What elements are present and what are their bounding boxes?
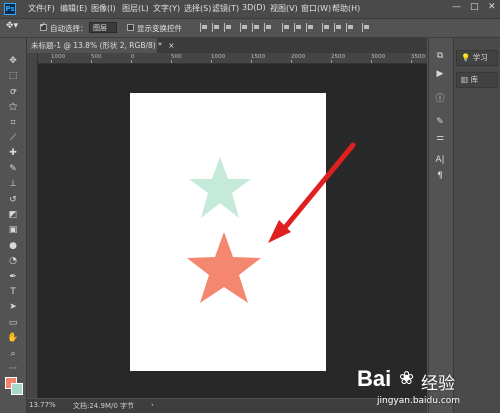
- learn-panel-button[interactable]: 💡 学习: [456, 50, 498, 66]
- canvas-shapes-layer: [187, 142, 356, 303]
- star-shape-salmon[interactable]: [187, 232, 261, 303]
- watermark-suffix: 经验: [421, 374, 455, 394]
- history-panel-icon[interactable]: ⧉: [434, 50, 446, 62]
- libraries-label: 库: [470, 75, 478, 84]
- paragraph-panel-icon[interactable]: ¶: [434, 170, 446, 182]
- annotation-arrow: [268, 142, 356, 243]
- watermark-brand: Bai: [357, 366, 392, 391]
- lightbulb-icon: 💡: [461, 53, 471, 62]
- star-shape-green[interactable]: [189, 157, 251, 218]
- status-menu-arrow[interactable]: ›: [151, 401, 154, 409]
- learn-label: 学习: [472, 53, 488, 62]
- play-actions-icon[interactable]: ▶: [434, 68, 446, 80]
- character-panel-icon[interactable]: A|: [434, 154, 446, 166]
- libraries-panel-button[interactable]: ▥ 库: [456, 72, 498, 88]
- brush-settings-icon[interactable]: ✎: [434, 116, 446, 128]
- adjust-panel-icon[interactable]: ⚌: [434, 132, 446, 144]
- paw-logo-icon: ❀: [399, 368, 415, 389]
- zoom-level[interactable]: 13.77%: [29, 401, 56, 409]
- watermark-url: jingyan.baidu.com: [377, 396, 461, 406]
- document-info: 文档:24.9M/0 字节: [73, 402, 135, 410]
- library-icon: ▥: [461, 75, 469, 84]
- baidu-watermark: Bai ❀ 经验 jingyan.baidu.com: [357, 366, 497, 412]
- info-panel-icon[interactable]: ⓘ: [434, 93, 446, 105]
- side-panel-dock: 💡 学习 ▥ 库: [453, 38, 500, 413]
